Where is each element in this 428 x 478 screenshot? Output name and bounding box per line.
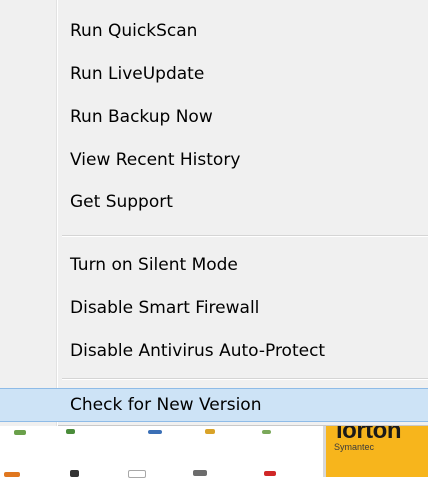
menu-item-run-backup-now[interactable]: Run Backup Now	[3, 100, 428, 134]
tray-app-icon	[264, 471, 276, 476]
menu-item-label: Disable Antivirus Auto-Protect	[70, 341, 326, 361]
menu-item-turn-on-silent-mode[interactable]: Turn on Silent Mode	[3, 248, 428, 282]
menu-item-run-quickscan[interactable]: Run QuickScan	[3, 14, 428, 48]
menu-item-label: Run QuickScan	[70, 21, 198, 41]
menu-separator	[62, 235, 428, 237]
menu-item-label: Check for New Version	[70, 395, 262, 415]
menu-item-label: Run LiveUpdate	[70, 64, 205, 84]
menu-item-label: Disable Smart Firewall	[70, 298, 260, 318]
menu-item-check-for-new-version[interactable]: Check for New Version	[0, 388, 428, 422]
tray-context-menu: Run QuickScan Run LiveUpdate Run Backup …	[0, 0, 428, 426]
tray-app-icon	[66, 429, 75, 434]
menu-separator	[62, 378, 428, 380]
tray-app-icon	[205, 429, 215, 434]
menu-item-label: Turn on Silent Mode	[70, 255, 238, 275]
tray-app-icon	[4, 472, 20, 477]
menu-item-get-support[interactable]: Get Support	[3, 185, 428, 219]
menu-item-disable-antivirus-auto-protect[interactable]: Disable Antivirus Auto-Protect	[3, 334, 428, 368]
tray-app-icon	[70, 470, 79, 477]
menu-item-label: Run Backup Now	[70, 107, 213, 127]
menu-item-disable-smart-firewall[interactable]: Disable Smart Firewall	[3, 291, 428, 325]
menu-item-view-recent-history[interactable]: View Recent History	[3, 143, 428, 177]
norton-logo-subtext: Symantec	[334, 442, 375, 452]
tray-app-icon	[262, 430, 271, 434]
norton-logo-tile: lorton Symantec	[326, 426, 428, 477]
menu-item-label: Get Support	[70, 192, 173, 212]
menu-item-label: View Recent History	[70, 150, 241, 170]
tray-app-icon	[193, 470, 207, 476]
tray-app-icon	[148, 430, 162, 434]
tray-app-icon	[14, 430, 26, 435]
menu-item-run-liveupdate[interactable]: Run LiveUpdate	[3, 57, 428, 91]
